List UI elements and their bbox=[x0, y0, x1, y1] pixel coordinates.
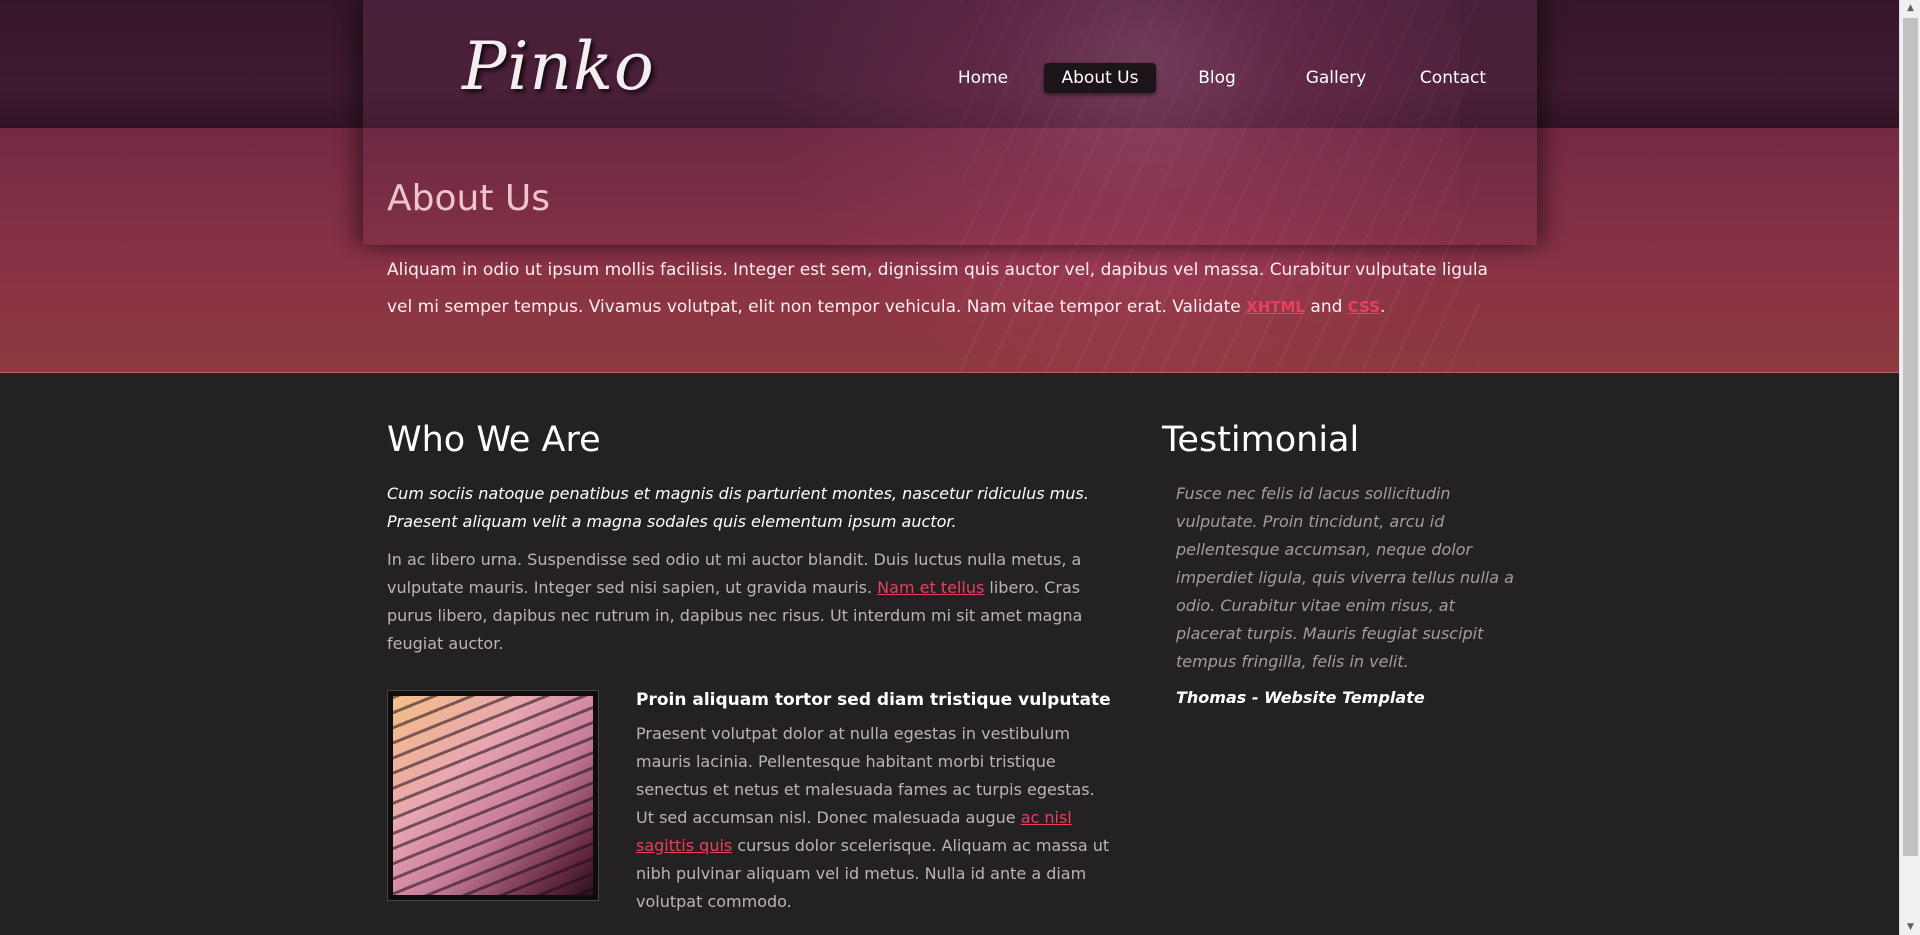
nav-contact[interactable]: Contact bbox=[1416, 63, 1490, 93]
who-we-are-lead: Cum sociis natoque penatibus et magnis d… bbox=[387, 484, 1089, 531]
scroll-up-arrow-icon[interactable]: ▲ bbox=[1900, 0, 1920, 16]
vertical-scrollbar[interactable]: ▲ ▼ bbox=[1899, 0, 1920, 935]
css-link[interactable]: CSS bbox=[1348, 298, 1380, 316]
staircase-thumbnail bbox=[387, 690, 599, 901]
staircase-image bbox=[393, 696, 593, 895]
who-we-are-heading: Who We Are bbox=[387, 420, 601, 460]
nav-home[interactable]: Home bbox=[946, 63, 1020, 93]
testimonial-heading: Testimonial bbox=[1162, 420, 1360, 460]
nav-gallery[interactable]: Gallery bbox=[1297, 63, 1375, 93]
who-we-are-paragraph: In ac libero urna. Suspendisse sed odio … bbox=[387, 546, 1115, 658]
page-title: About Us bbox=[387, 178, 550, 219]
feature-text: Praesent volutpat dolor at nulla egestas… bbox=[636, 720, 1116, 916]
header-banner: Pinko Home About Us Blog Gallery Contact… bbox=[0, 0, 1899, 373]
feature-title: Proin aliquam tortor sed diam tristique … bbox=[636, 690, 1111, 710]
main-nav: Home About Us Blog Gallery Contact bbox=[0, 63, 1899, 93]
intro-period: . bbox=[1380, 297, 1386, 317]
testimonial-author: Thomas - Website Template bbox=[1176, 688, 1425, 707]
scroll-thumb[interactable] bbox=[1903, 18, 1918, 856]
xhtml-link[interactable]: XHTML bbox=[1246, 298, 1305, 316]
testimonial-quote: Fusce nec felis id lacus sollicitudin vu… bbox=[1176, 484, 1514, 671]
intro-paragraph: Aliquam in odio ut ipsum mollis facilisi… bbox=[387, 252, 1507, 326]
who-we-are-section: Who We Are Cum sociis natoque penatibus … bbox=[387, 420, 1115, 658]
nav-blog[interactable]: Blog bbox=[1187, 63, 1247, 93]
nam-et-tellus-link[interactable]: Nam et tellus bbox=[877, 578, 984, 597]
testimonial-section: Testimonial Fusce nec felis id lacus sol… bbox=[1162, 420, 1522, 707]
intro-and: and bbox=[1305, 297, 1348, 317]
nav-about-us[interactable]: About Us bbox=[1044, 63, 1156, 93]
scroll-down-arrow-icon[interactable]: ▼ bbox=[1900, 919, 1920, 935]
